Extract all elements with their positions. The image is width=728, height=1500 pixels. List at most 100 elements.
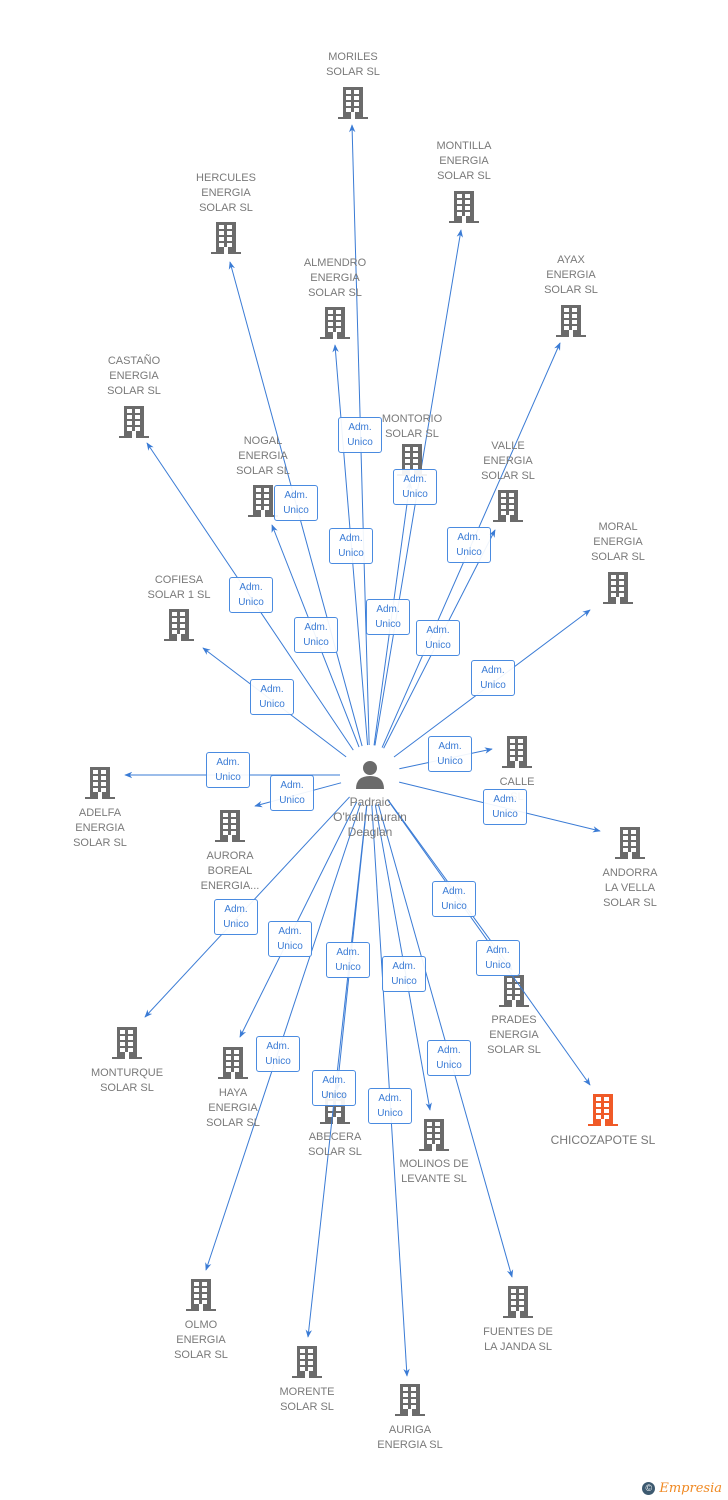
label-line: SOLAR SL — [437, 170, 491, 182]
company-label[interactable]: HERCULES ENERGIA SOLAR SL — [196, 171, 256, 216]
label-line: ABECERA — [308, 1131, 362, 1143]
relation-role: Unico — [456, 547, 482, 558]
company-label[interactable]: MONTORIO SOLAR SL — [382, 412, 442, 442]
relation-role: Adm. — [322, 1075, 346, 1086]
company-label[interactable]: ALMENDRO ENERGIA SOLAR SL — [304, 256, 366, 301]
company-label[interactable]: MONTURQUE SOLAR SL — [91, 1066, 163, 1096]
relation-label: Adm. Unico — [312, 1070, 356, 1106]
company-label[interactable]: AURIGA ENERGIA SL — [377, 1423, 442, 1453]
company-label[interactable]: AYAX ENERGIA SOLAR SL — [544, 253, 598, 298]
relation-role: Unico — [259, 699, 285, 710]
label-line: LA VELLA — [604, 882, 656, 894]
brand-name: Empresia — [659, 1481, 722, 1496]
company-label[interactable]: VALLE ENERGIA SOLAR SL — [481, 439, 535, 484]
building-icon[interactable] — [603, 572, 633, 604]
relation-role: Unico — [265, 1056, 291, 1067]
company-label[interactable]: ANDORRA LA VELLA SOLAR SL — [602, 866, 657, 911]
relation-label: Adm. Unico — [393, 469, 437, 505]
building-icon[interactable] — [218, 1047, 248, 1079]
label-line: COFIESA — [154, 574, 204, 586]
relation-role: Unico — [321, 1090, 347, 1101]
building-icon[interactable] — [493, 490, 523, 522]
building-icon[interactable] — [85, 767, 115, 799]
company-label[interactable]: CHICOZAPOTE SL — [551, 1133, 656, 1148]
company-label[interactable]: NOGAL ENERGIA SOLAR SL — [236, 434, 290, 479]
company-label[interactable]: ABECERA SOLAR SL — [308, 1130, 362, 1160]
center-person-name[interactable]: Padraic O'hallmaurain Deaglan — [333, 795, 407, 840]
building-icon[interactable] — [112, 1027, 142, 1059]
relation-role: Adm. — [378, 1093, 402, 1104]
label-line: ENERGIA — [593, 536, 643, 548]
relation-role: Unico — [215, 772, 241, 783]
relation-label: Adm. Unico — [427, 1040, 471, 1076]
company-label[interactable]: FUENTES DE LA JANDA SL — [483, 1325, 553, 1355]
relation-label: Adm. Unico — [256, 1036, 300, 1072]
building-icon[interactable] — [503, 1286, 533, 1318]
company-label[interactable]: AURORA BOREAL ENERGIA... — [201, 849, 260, 894]
relation-role: Unico — [283, 505, 309, 516]
company-label[interactable]: ADELFA ENERGIA SOLAR SL — [73, 806, 127, 851]
building-icon[interactable] — [320, 307, 350, 339]
building-icon[interactable] — [502, 736, 532, 768]
relation-role: Unico — [480, 680, 506, 691]
building-icon[interactable] — [419, 1119, 449, 1151]
relation-role: Adm. — [278, 926, 302, 937]
label-line: SOLAR SL — [326, 66, 380, 78]
label-line: MORILES — [328, 51, 378, 63]
relation-role: Adm. — [336, 947, 360, 958]
label-line: PRADES — [491, 1014, 537, 1026]
building-icon[interactable] — [164, 609, 194, 641]
company-label[interactable]: MONTILLA ENERGIA SOLAR SL — [436, 139, 491, 184]
label-line: ENERGIA — [109, 370, 159, 382]
label-line: ENERGIA — [75, 822, 125, 834]
building-icon[interactable] — [588, 1094, 618, 1126]
building-icon[interactable] — [395, 1384, 425, 1416]
relation-label: Adm. Unico — [268, 921, 312, 957]
label-line: MOLINOS DE — [399, 1158, 469, 1170]
relation-role: Unico — [335, 962, 361, 973]
name-line: Deaglan — [347, 825, 393, 839]
relation-label: Adm. Unico — [471, 660, 515, 696]
relation-label: Adm. Unico — [338, 417, 382, 453]
company-label[interactable]: MORENTE SOLAR SL — [280, 1385, 335, 1415]
building-icon[interactable] — [615, 827, 645, 859]
name-line: O'hallmaurain — [333, 810, 407, 824]
building-icon[interactable] — [499, 975, 529, 1007]
relation-label: Adm. Unico — [214, 899, 258, 935]
company-label[interactable]: COFIESA SOLAR 1 SL — [148, 573, 211, 603]
relation-role: Adm. — [304, 622, 328, 633]
company-label[interactable]: MORAL ENERGIA SOLAR SL — [591, 520, 645, 565]
building-icon[interactable] — [119, 406, 149, 438]
relation-label: Adm. Unico — [326, 942, 370, 978]
relation-label: Adm. Unico — [206, 752, 250, 788]
copyright-icon: © — [642, 1482, 656, 1495]
building-icon[interactable] — [211, 222, 241, 254]
relation-label: Adm. Unico — [416, 620, 460, 656]
company-label[interactable]: HAYA ENERGIA SOLAR SL — [206, 1086, 260, 1131]
company-label[interactable]: OLMO ENERGIA SOLAR SL — [174, 1318, 228, 1363]
brand-logo[interactable]: © Empresia — [642, 1481, 722, 1496]
label-line: HAYA — [218, 1087, 248, 1099]
building-icon[interactable] — [292, 1346, 322, 1378]
relation-role: Adm. — [284, 490, 308, 501]
label-line: MONTORIO — [381, 413, 443, 425]
relation-role: Unico — [402, 489, 428, 500]
building-icon[interactable] — [556, 305, 586, 337]
label-line: ENERGIA — [310, 272, 360, 284]
company-label[interactable]: CASTAÑO ENERGIA SOLAR SL — [107, 354, 161, 399]
relation-role: Adm. — [239, 582, 263, 593]
building-icon[interactable] — [338, 87, 368, 119]
label-line: CALLE — [499, 776, 535, 788]
company-label[interactable]: PRADES ENERGIA SOLAR SL — [487, 1013, 541, 1058]
relation-role: Adm. — [481, 665, 505, 676]
building-icon[interactable] — [215, 810, 245, 842]
edges-layer — [85, 87, 645, 1416]
label-line: OLMO — [184, 1319, 218, 1331]
label-line: VALLE — [491, 440, 525, 452]
company-label[interactable]: MOLINOS DE LEVANTE SL — [399, 1157, 468, 1187]
building-icon[interactable] — [186, 1279, 216, 1311]
company-label[interactable]: MORILES SOLAR SL — [326, 50, 380, 80]
relation-role: Unico — [238, 597, 264, 608]
building-icon[interactable] — [449, 191, 479, 223]
label-line: SOLAR SL — [280, 1401, 334, 1413]
